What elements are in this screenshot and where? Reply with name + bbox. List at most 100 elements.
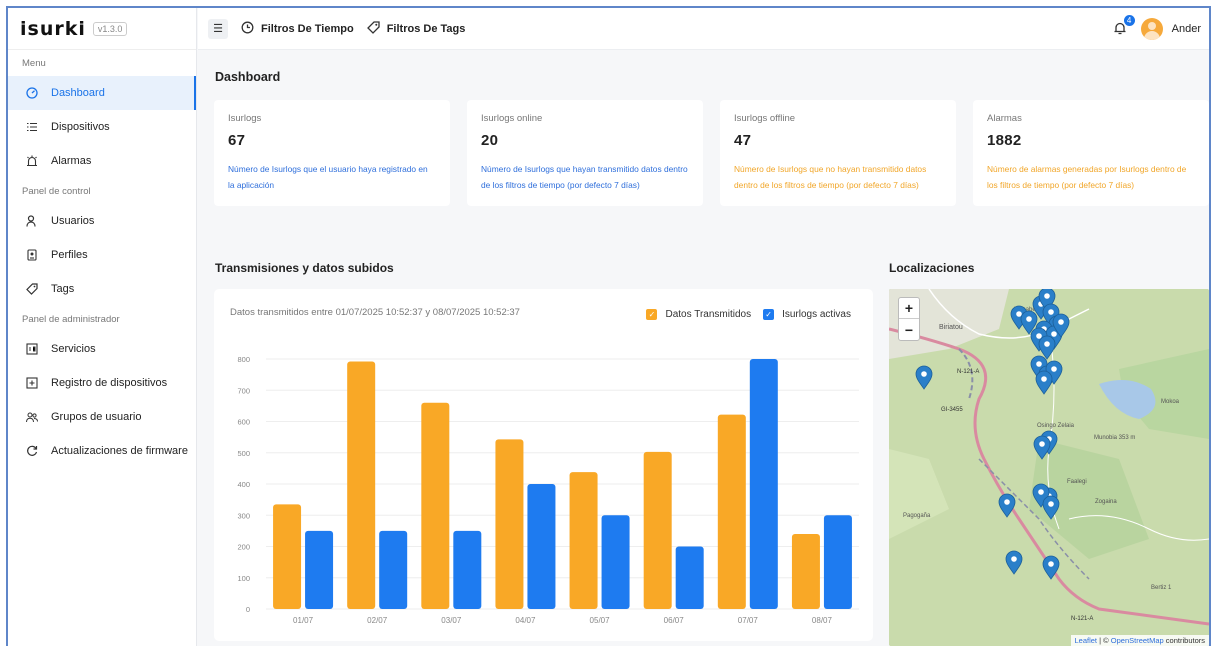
sidebar-item-label: Actualizaciones de firmware: [51, 445, 188, 457]
map-zoom-control: + −: [898, 297, 920, 341]
bar-datos-4: [569, 472, 598, 609]
map-label: N-121-A: [1071, 616, 1093, 622]
stat-label: Isurlogs: [228, 113, 262, 124]
alarm-icon: [26, 155, 38, 167]
y-tick-label: 100: [237, 574, 250, 583]
map-label: Biriatou: [939, 324, 963, 331]
x-tick-label: 01/07: [293, 616, 314, 625]
sidebar-item-actualizaciones-firmware[interactable]: Actualizaciones de firmware: [8, 434, 196, 468]
bar-chart: 0 100 200 300 400 500 600 700 800 01/07 02/07 03/07…: [237, 355, 859, 625]
attribution-separator: | ©: [1097, 636, 1111, 645]
time-filter-label: Filtros De Tiempo: [261, 22, 354, 35]
sidebar-item-dashboard[interactable]: Dashboard: [8, 76, 196, 110]
list-icon: [26, 121, 38, 133]
sidebar: isurki v1.3.0 Menu Dashboard Dispositivo…: [8, 8, 197, 646]
x-tick-label: 06/07: [664, 616, 685, 625]
stat-value: 67: [228, 132, 246, 149]
stat-description: Número de Isurlogs que no hayan transmit…: [734, 164, 927, 190]
logo[interactable]: isurki: [20, 18, 86, 40]
sidebar-item-dispositivos[interactable]: Dispositivos: [8, 110, 196, 144]
sidebar-item-label: Servicios: [51, 343, 96, 355]
y-tick-label: 500: [237, 449, 250, 458]
map-label: Pagogaña: [903, 513, 931, 519]
tag-filter-label: Filtros De Tags: [386, 22, 466, 35]
zoom-in-button[interactable]: +: [899, 298, 919, 319]
stat-value: 47: [734, 132, 752, 149]
bar-isurlogs-2: [453, 530, 482, 609]
y-tick-label: 200: [237, 543, 250, 552]
username[interactable]: Ander: [1172, 23, 1201, 35]
sidebar-item-label: Dashboard: [51, 87, 105, 99]
sidebar-item-perfiles[interactable]: Perfiles: [8, 238, 196, 272]
map-marker-dot-21: [1048, 501, 1054, 507]
menu-collapse-icon: ☰: [213, 23, 223, 35]
leaflet-link[interactable]: Leaflet: [1075, 636, 1098, 645]
x-tick-label: 08/07: [812, 616, 833, 625]
map-marker-dot-4: [1048, 309, 1054, 315]
services-icon: [26, 343, 38, 355]
map-label: GI-3455: [941, 407, 963, 413]
x-tick-label: 03/07: [441, 616, 462, 625]
tag-icon: [26, 283, 38, 295]
profile-card-icon: [26, 249, 38, 261]
bar-datos-5: [643, 451, 672, 609]
map-marker-dot-3: [1044, 293, 1050, 299]
map-marker-dot-22: [1011, 556, 1017, 562]
map-label: Faalegi: [1067, 479, 1087, 485]
bar-isurlogs-0: [305, 530, 334, 609]
bar-datos-7: [791, 534, 820, 609]
map-tiles: Biriatou Lumaberde N-121-A GI-3455 Osing…: [889, 289, 1209, 646]
sidebar-item-label: Grupos de usuario: [51, 411, 142, 423]
sidebar-item-label: Usuarios: [51, 215, 95, 227]
map-marker-dot-1: [1026, 316, 1032, 322]
map-marker-dot-7: [1051, 331, 1057, 337]
map-marker-dot-12: [1036, 361, 1042, 367]
stat-card-isurlogs: Isurlogs 67 Número de Isurlogs que el us…: [214, 100, 450, 206]
chart-section-title: Transmisiones y datos subidos: [215, 261, 394, 275]
sidebar-item-label: Alarmas: [51, 155, 92, 167]
attribution-text: contributors: [1163, 636, 1205, 645]
bar-datos-3: [495, 439, 524, 609]
sidebar-item-servicios[interactable]: Servicios: [8, 332, 196, 366]
map-marker-dot-14: [1051, 366, 1057, 372]
bar-datos-2: [421, 402, 450, 609]
users-group-icon: [26, 411, 38, 423]
sidebar-section-menu: Menu: [22, 57, 46, 69]
x-tick-label: 05/07: [590, 616, 611, 625]
stat-card-alarmas: Alarmas 1882 Número de alarmas generadas…: [973, 100, 1209, 206]
osm-link[interactable]: OpenStreetMap: [1111, 636, 1164, 645]
stat-label: Isurlogs online: [481, 113, 543, 124]
map-marker-dot-9: [1044, 341, 1050, 347]
y-tick-label: 300: [237, 511, 250, 520]
sidebar-item-registro-dispositivos[interactable]: Registro de dispositivos: [8, 366, 196, 400]
sidebar-item-label: Perfiles: [51, 249, 88, 261]
bar-isurlogs-6: [749, 359, 778, 609]
y-tick-label: 700: [237, 386, 250, 395]
stat-description: Número de alarmas generadas por Isurlogs…: [987, 164, 1187, 190]
sidebar-item-tags[interactable]: Tags: [8, 272, 196, 306]
sidebar-item-usuarios[interactable]: Usuarios: [8, 204, 196, 238]
sidebar-item-label: Dispositivos: [51, 121, 110, 133]
sidebar-section-panel-admin: Panel de administrador: [22, 313, 120, 325]
map-label: Zogaina: [1095, 499, 1117, 505]
bar-isurlogs-3: [527, 484, 556, 609]
user-area: 4 Ander: [1113, 8, 1201, 50]
chart-card: Datos transmitidos entre 01/07/2025 10:5…: [214, 289, 873, 641]
locations-map[interactable]: Biriatou Lumaberde N-121-A GI-3455 Osing…: [889, 289, 1209, 646]
stat-card-isurlogs-online: Isurlogs online 20 Número de Isurlogs qu…: [467, 100, 703, 206]
zoom-out-button[interactable]: −: [899, 319, 919, 340]
sidebar-item-grupos-usuario[interactable]: Grupos de usuario: [8, 400, 196, 434]
map-marker-dot-20: [1038, 489, 1044, 495]
notifications-button[interactable]: 4: [1113, 14, 1135, 38]
sidebar-item-label: Tags: [51, 283, 75, 295]
y-tick-label: 600: [237, 418, 250, 427]
avatar[interactable]: [1140, 18, 1163, 40]
map-marker-dot-17: [1039, 441, 1045, 447]
sidebar-item-alarmas[interactable]: Alarmas: [8, 144, 196, 178]
map-marker-dot-23: [1048, 561, 1054, 567]
map-marker-dot-0: [1016, 311, 1022, 317]
sidebar-toggle-button[interactable]: ☰: [208, 18, 228, 39]
tag-filter-button[interactable]: Filtros De Tags: [366, 20, 466, 37]
time-filter-button[interactable]: Filtros De Tiempo: [241, 21, 354, 37]
map-marker-dot-18: [1004, 499, 1010, 505]
